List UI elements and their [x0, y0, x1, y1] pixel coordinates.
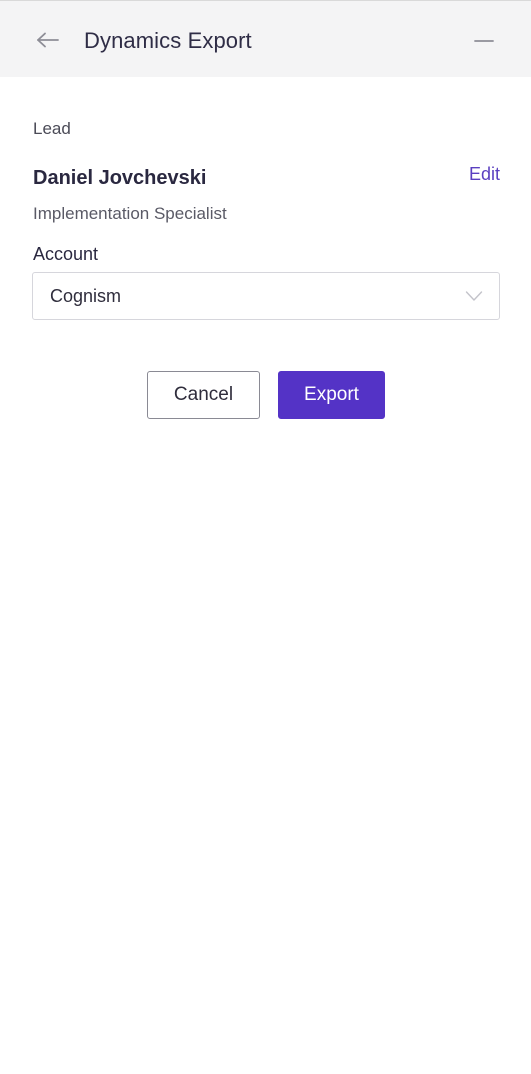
panel-title: Dynamics Export — [84, 28, 252, 53]
edit-link[interactable]: Edit — [469, 162, 500, 186]
lead-name: Daniel Jovchevski — [33, 167, 207, 189]
back-button[interactable] — [34, 27, 62, 53]
minus-icon — [474, 40, 494, 42]
lead-job-title: Implementation Specialist — [33, 204, 227, 223]
account-selected-value: Cognism — [50, 286, 122, 306]
account-label: Account — [33, 244, 99, 264]
arrow-left-icon — [37, 32, 59, 48]
export-button[interactable]: Export — [278, 371, 385, 419]
cancel-button[interactable]: Cancel — [147, 371, 260, 419]
lead-section-label: Lead — [33, 119, 71, 138]
minimize-button[interactable] — [470, 29, 498, 53]
panel-header: Dynamics Export — [0, 1, 531, 77]
account-select[interactable]: Cognism — [32, 272, 500, 320]
chevron-down-icon — [465, 291, 483, 301]
dynamics-export-panel: Dynamics Export Lead Daniel Jovchevski E… — [0, 0, 531, 1074]
